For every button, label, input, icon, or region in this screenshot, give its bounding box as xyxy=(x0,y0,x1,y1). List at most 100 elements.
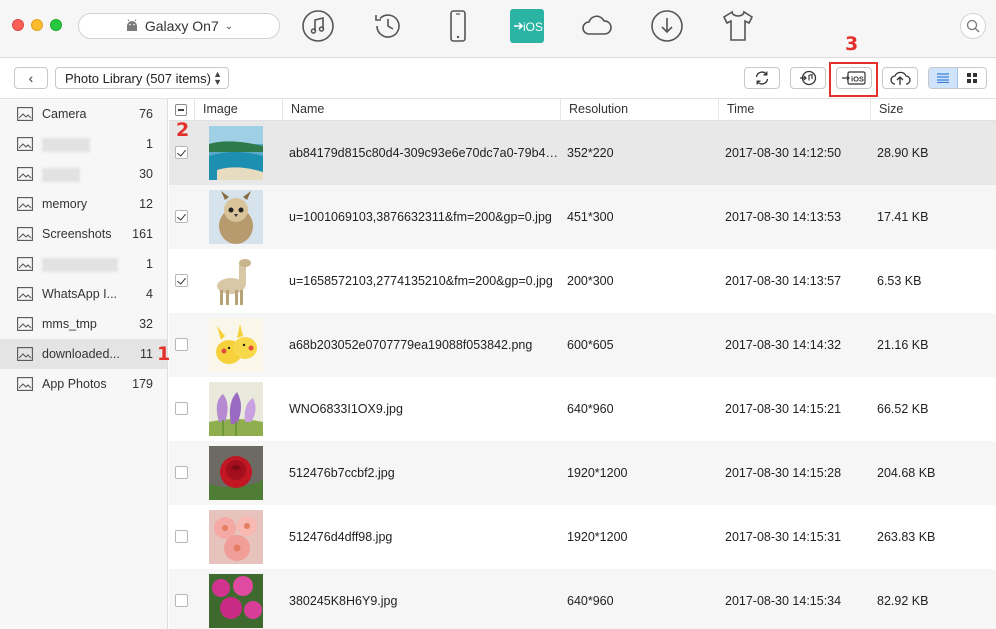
cell-time: 2017-08-30 14:12:50 xyxy=(725,146,842,160)
sidebar-item-label: downloaded... xyxy=(42,347,120,361)
album-icon xyxy=(17,167,33,181)
cell-size: 66.52 KB xyxy=(877,402,929,416)
cell-resolution: 1920*1200 xyxy=(567,466,628,480)
history-icon[interactable] xyxy=(371,9,405,43)
column-header-name[interactable]: Name xyxy=(282,99,560,121)
cell-time: 2017-08-30 14:13:53 xyxy=(725,210,842,224)
search-button[interactable] xyxy=(960,13,986,39)
row-checkbox[interactable] xyxy=(175,210,188,223)
cell-size: 6.53 KB xyxy=(877,274,922,288)
sidebar-item-label: mms_tmp xyxy=(42,317,97,331)
sidebar-item[interactable]: Camera 76 xyxy=(0,99,167,129)
to-ios-icon: iOS xyxy=(842,71,866,85)
cell-size: 82.92 KB xyxy=(877,594,929,608)
cell-name: 380245K8H6Y9.jpg xyxy=(289,594,398,608)
table-row[interactable]: ab84179d815c80d4-309c93e6e70dc7a0-79b43.… xyxy=(169,121,996,185)
cell-name: u=1001069103,3876632311&fm=200&gp=0.jpg xyxy=(289,210,552,224)
sidebar-item-count: 4 xyxy=(146,287,153,301)
photo-thumbnail[interactable] xyxy=(209,446,263,500)
sidebar-item[interactable]: 30 xyxy=(0,159,167,189)
row-checkbox[interactable] xyxy=(175,402,188,415)
table-row[interactable]: u=1001069103,3876632311&fm=200&gp=0.jpg 4… xyxy=(169,185,996,249)
cell-time: 2017-08-30 14:15:34 xyxy=(725,594,842,608)
sidebar-item[interactable]: downloaded... 11 xyxy=(0,339,167,369)
cell-time: 2017-08-30 14:14:32 xyxy=(725,338,842,352)
row-checkbox[interactable] xyxy=(175,466,188,479)
row-checkbox[interactable] xyxy=(175,146,188,159)
nav-ios-label: iOS xyxy=(523,20,543,34)
tshirt-icon[interactable] xyxy=(721,9,755,43)
close-window-button[interactable] xyxy=(12,19,24,31)
sidebar-item-label-redacted xyxy=(42,138,90,152)
sidebar-item[interactable]: App Photos 179 xyxy=(0,369,167,399)
photo-thumbnail[interactable] xyxy=(209,190,263,244)
photo-thumbnail[interactable] xyxy=(209,382,263,436)
table-row[interactable]: 512476b7ccbf2.jpg 1920*1200 2017-08-30 14:… xyxy=(169,441,996,505)
to-ios-icon[interactable]: iOS xyxy=(510,9,544,43)
album-icon xyxy=(17,107,33,121)
sidebar-item-label: Screenshots xyxy=(42,227,112,241)
upload-cloud-icon xyxy=(890,71,911,85)
cell-name: WNO6833I1OX9.jpg xyxy=(289,402,403,416)
album-icon xyxy=(17,197,33,211)
row-checkbox[interactable] xyxy=(175,530,188,543)
download-icon[interactable] xyxy=(650,9,684,43)
table-row[interactable]: 380245K8H6Y9.jpg 640*960 2017-08-30 14:15:… xyxy=(169,569,996,629)
annotation-step-1: 1 xyxy=(157,343,171,365)
to-ios-button[interactable]: iOS xyxy=(836,67,872,89)
upload-cloud-button[interactable] xyxy=(882,67,918,89)
refresh-button[interactable] xyxy=(744,67,780,89)
table-row[interactable]: 512476d4dff98.jpg 1920*1200 2017-08-30 14:… xyxy=(169,505,996,569)
column-header-size[interactable]: Size xyxy=(870,99,996,121)
cell-time: 2017-08-30 14:13:57 xyxy=(725,274,842,288)
library-select[interactable]: Photo Library (507 items) ▲ ▼ xyxy=(55,67,229,89)
zoom-window-button[interactable] xyxy=(50,19,62,31)
photo-thumbnail[interactable] xyxy=(209,510,263,564)
sidebar-item-label: WhatsApp I... xyxy=(42,287,118,301)
sidebar-item[interactable]: 1 xyxy=(0,249,167,279)
cell-time: 2017-08-30 14:15:21 xyxy=(725,402,842,416)
device-name: Galaxy On7 xyxy=(144,18,219,34)
photo-thumbnail[interactable] xyxy=(209,254,263,308)
photo-thumbnail[interactable] xyxy=(209,574,263,628)
cloud-icon[interactable] xyxy=(580,9,614,43)
sidebar-item[interactable]: WhatsApp I... 4 xyxy=(0,279,167,309)
sidebar-item[interactable]: Screenshots 161 xyxy=(0,219,167,249)
cell-size: 204.68 KB xyxy=(877,466,936,480)
sidebar-item-count: 161 xyxy=(132,227,153,241)
row-checkbox[interactable] xyxy=(175,338,188,351)
photo-thumbnail[interactable] xyxy=(209,126,263,180)
table-row[interactable]: u=1658572103,2774135210&fm=200&gp=0.jpg 2… xyxy=(169,249,996,313)
column-header-image[interactable]: Image xyxy=(194,99,282,121)
cell-resolution: 200*300 xyxy=(567,274,614,288)
cell-size: 17.41 KB xyxy=(877,210,929,224)
column-header-time[interactable]: Time xyxy=(718,99,870,121)
list-view-button[interactable] xyxy=(929,68,958,88)
column-header-resolution[interactable]: Resolution xyxy=(560,99,718,121)
table-row[interactable]: WNO6833I1OX9.jpg 640*960 2017-08-30 14:15:… xyxy=(169,377,996,441)
cell-resolution: 640*960 xyxy=(567,594,614,608)
cell-time: 2017-08-30 14:15:28 xyxy=(725,466,842,480)
minimize-window-button[interactable] xyxy=(31,19,43,31)
sidebar-item[interactable]: mms_tmp 32 xyxy=(0,309,167,339)
grid-view-button[interactable] xyxy=(958,68,986,88)
music-icon[interactable] xyxy=(301,9,335,43)
sidebar-item[interactable]: memory 12 xyxy=(0,189,167,219)
cell-size: 21.16 KB xyxy=(877,338,929,352)
header-select-all[interactable] xyxy=(169,99,194,121)
phone-icon[interactable] xyxy=(441,9,475,43)
cell-name: u=1658572103,2774135210&fm=200&gp=0.jpg xyxy=(289,274,553,288)
sidebar-item-label: Camera xyxy=(42,107,87,121)
library-select-label: Photo Library (507 items) xyxy=(65,70,211,86)
device-selector[interactable]: Galaxy On7 ⌄ xyxy=(78,13,280,39)
select-all-checkbox[interactable] xyxy=(175,104,187,116)
photo-thumbnail[interactable] xyxy=(209,318,263,372)
back-button[interactable]: ‹ xyxy=(14,67,48,89)
to-itunes-button[interactable] xyxy=(790,67,826,89)
table-row[interactable]: a68b203052e0707779ea19088f053842.png 600*… xyxy=(169,313,996,377)
row-checkbox[interactable] xyxy=(175,274,188,287)
toolbar: ‹ Photo Library (507 items) ▲ ▼ iOS xyxy=(0,58,996,99)
sidebar-item[interactable]: 1 xyxy=(0,129,167,159)
album-icon xyxy=(17,227,33,241)
row-checkbox[interactable] xyxy=(175,594,188,607)
